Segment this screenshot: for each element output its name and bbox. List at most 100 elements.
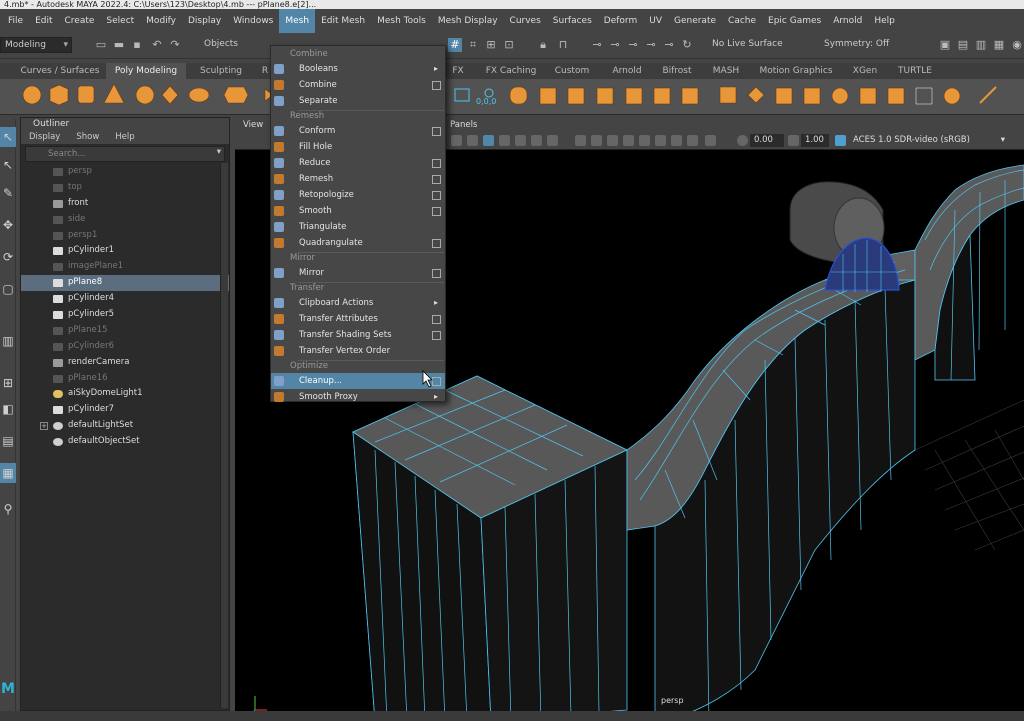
option-box-icon[interactable] bbox=[432, 331, 441, 340]
lasso-tool-icon[interactable]: ↖ bbox=[0, 155, 16, 175]
outliner-item[interactable]: pCylinder4 bbox=[21, 291, 229, 307]
shelf-tab-sculpting[interactable]: Sculpting bbox=[188, 63, 254, 79]
mesh-menu-item-clipboard-actions[interactable]: Clipboard Actions ▸ bbox=[271, 295, 445, 311]
render-frame-icon[interactable]: ▣ bbox=[938, 38, 952, 52]
color-management-icon[interactable] bbox=[835, 135, 846, 146]
tweak-icon[interactable]: ⊸ bbox=[626, 38, 640, 52]
outliner-item[interactable]: imagePlane1 bbox=[21, 259, 229, 275]
menu-select[interactable]: Select bbox=[100, 9, 140, 33]
shelf-tab-turtle[interactable]: TURTLE bbox=[890, 63, 940, 79]
outliner-item[interactable]: top bbox=[21, 180, 229, 196]
outliner-item[interactable]: side bbox=[21, 212, 229, 228]
outliner-item[interactable]: + defaultLightSet bbox=[21, 418, 229, 434]
camera-attr-icon[interactable] bbox=[451, 135, 462, 146]
shelf-tab-arnold[interactable]: Arnold bbox=[602, 63, 652, 79]
menu-file[interactable]: File bbox=[2, 9, 29, 33]
shelf-tab-fx[interactable]: FX bbox=[447, 63, 469, 79]
wireframe-icon[interactable] bbox=[467, 135, 478, 146]
layout-persp-outliner-icon[interactable]: ▦ bbox=[0, 463, 16, 483]
menu-windows[interactable]: Windows bbox=[227, 9, 279, 33]
gamma-field-icon[interactable] bbox=[788, 135, 799, 146]
menu-mesh-tools[interactable]: Mesh Tools bbox=[371, 9, 432, 33]
shelf-tab-motion-graphics[interactable]: Motion Graphics bbox=[752, 63, 840, 79]
menu-deform[interactable]: Deform bbox=[598, 9, 643, 33]
option-box-icon[interactable] bbox=[432, 81, 441, 90]
menu-cache[interactable]: Cache bbox=[722, 9, 762, 33]
paint-tool-icon[interactable]: ✎ bbox=[0, 183, 16, 203]
mesh-menu-item-smooth[interactable]: Smooth bbox=[271, 203, 445, 219]
aa-icon[interactable] bbox=[591, 135, 602, 146]
symmetry-dropdown[interactable]: Symmetry: Off bbox=[820, 37, 900, 53]
menu-modify[interactable]: Modify bbox=[140, 9, 182, 33]
lasso-icon[interactable]: ⊸ bbox=[590, 38, 604, 52]
soft-select-icon[interactable]: ⊸ bbox=[644, 38, 658, 52]
shelf-tab-custom[interactable]: Custom bbox=[548, 63, 596, 79]
mesh-menu-item-smooth-proxy[interactable]: Smooth Proxy ▸ bbox=[271, 389, 445, 405]
new-scene-icon[interactable]: ▭ bbox=[94, 38, 108, 52]
option-box-icon[interactable] bbox=[432, 315, 441, 324]
menu-mesh-display[interactable]: Mesh Display bbox=[432, 9, 504, 33]
lights-icon[interactable] bbox=[531, 135, 542, 146]
gamma-icon[interactable] bbox=[671, 135, 682, 146]
viewport-menu-panels[interactable]: Panels bbox=[450, 118, 477, 132]
outliner-item[interactable]: persp1 bbox=[21, 228, 229, 244]
outliner-search-input[interactable]: Search... ▾ bbox=[25, 146, 225, 162]
ao-icon[interactable] bbox=[575, 135, 586, 146]
open-scene-icon[interactable]: ▬ bbox=[112, 38, 126, 52]
menu-edit[interactable]: Edit bbox=[29, 9, 58, 33]
viewport-menu-view[interactable]: View bbox=[243, 118, 263, 132]
layout-four-icon[interactable]: ⊞ bbox=[0, 373, 16, 393]
undo-icon[interactable]: ↶ bbox=[150, 38, 164, 52]
isolate-icon[interactable] bbox=[607, 135, 618, 146]
shelf-tab-xgen[interactable]: XGen bbox=[846, 63, 884, 79]
outliner-item[interactable]: pPlane16 bbox=[21, 371, 229, 387]
zoom-icon[interactable]: ⚲ bbox=[0, 499, 16, 519]
select-tool-icon[interactable]: ↖ bbox=[0, 127, 16, 147]
xray-components-icon[interactable] bbox=[655, 135, 666, 146]
gamma-field[interactable]: 1.00 bbox=[801, 134, 829, 147]
mesh-menu-item-transfer-attributes[interactable]: Transfer Attributes bbox=[271, 311, 445, 327]
option-box-icon[interactable] bbox=[432, 159, 441, 168]
outliner-item[interactable]: persp bbox=[21, 164, 229, 180]
option-box-icon[interactable] bbox=[432, 191, 441, 200]
snap-curve-icon[interactable]: ⌗ bbox=[466, 38, 480, 52]
mesh-menu-item-remesh[interactable]: Remesh bbox=[271, 171, 445, 187]
mesh-menu-item-mirror[interactable]: Mirror bbox=[271, 265, 445, 281]
scale-tool-icon[interactable]: ▢ bbox=[0, 279, 16, 299]
mesh-menu-item-quadrangulate[interactable]: Quadrangulate bbox=[271, 235, 445, 251]
menu-curves[interactable]: Curves bbox=[504, 9, 547, 33]
outliner-item[interactable]: pCylinder1 bbox=[21, 243, 229, 259]
selection-mode-dropdown[interactable]: Objects bbox=[200, 37, 268, 53]
live-surface-field[interactable]: No Live Surface bbox=[708, 37, 800, 53]
option-box-icon[interactable] bbox=[432, 269, 441, 278]
paint-select-icon[interactable]: ⊸ bbox=[608, 38, 622, 52]
snap-view-icon[interactable]: ⊡ bbox=[502, 38, 516, 52]
option-box-icon[interactable] bbox=[432, 207, 441, 216]
save-scene-icon[interactable]: ▪ bbox=[130, 38, 144, 52]
layout-side-icon[interactable]: ◧ bbox=[0, 399, 16, 419]
outliner-item[interactable]: pPlane8 bbox=[21, 275, 229, 292]
layout-single-icon[interactable]: ▥ bbox=[0, 331, 16, 351]
outliner-item[interactable]: pCylinder6 bbox=[21, 339, 229, 355]
menu-arnold[interactable]: Arnold bbox=[827, 9, 868, 33]
menu-edit-mesh[interactable]: Edit Mesh bbox=[315, 9, 371, 33]
mesh-menu-item-separate[interactable]: Separate bbox=[271, 93, 445, 109]
gamma-toggle-icon[interactable] bbox=[705, 135, 716, 146]
exposure-icon[interactable] bbox=[687, 135, 698, 146]
render-seq-icon[interactable]: ▤ bbox=[956, 38, 970, 52]
outliner-menu-display[interactable]: Display bbox=[29, 130, 60, 144]
mesh-menu-item-triangulate[interactable]: Triangulate bbox=[271, 219, 445, 235]
outliner-item[interactable]: pCylinder5 bbox=[21, 307, 229, 323]
wireframe-on-shaded-icon[interactable] bbox=[499, 135, 510, 146]
exposure-field[interactable]: 0.00 bbox=[750, 134, 784, 147]
xray-icon[interactable] bbox=[623, 135, 634, 146]
snap-point-icon[interactable]: ⊞ bbox=[484, 38, 498, 52]
menu-mesh[interactable]: Mesh bbox=[279, 9, 316, 33]
poly-primitives-icon[interactable] bbox=[22, 83, 997, 106]
outliner-menu-show[interactable]: Show bbox=[76, 130, 99, 144]
outliner-scrollbar[interactable] bbox=[220, 163, 228, 708]
symmetry-icon[interactable]: ⊸ bbox=[662, 38, 676, 52]
move-tool-icon[interactable]: ✥ bbox=[0, 215, 16, 235]
mesh-menu-item-reduce[interactable]: Reduce bbox=[271, 155, 445, 171]
mesh-menu-item-retopologize[interactable]: Retopologize bbox=[271, 187, 445, 203]
